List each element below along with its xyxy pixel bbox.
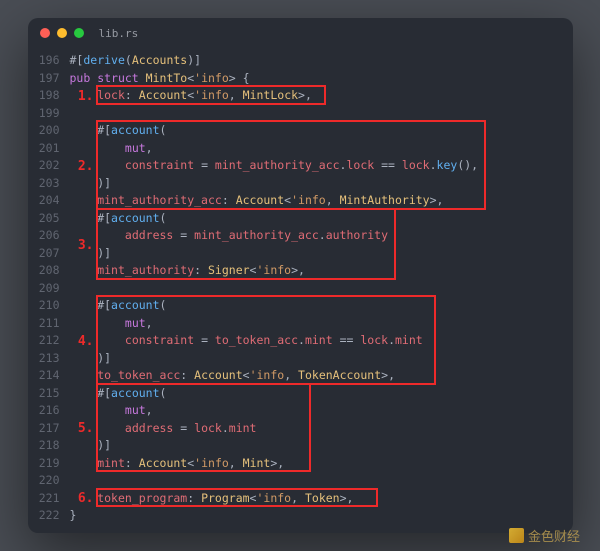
- code-line: address = lock.mint: [70, 420, 573, 438]
- code-line: )]: [70, 437, 573, 455]
- code-line: token_program: Program<'info, Token>,: [70, 490, 573, 508]
- close-icon[interactable]: [40, 28, 50, 38]
- code-line: [70, 105, 573, 123]
- code-line: pub struct MintTo<'info> {: [70, 70, 573, 88]
- titlebar: lib.rs: [28, 18, 573, 48]
- code-line: mut,: [70, 402, 573, 420]
- line-number: 202: [28, 157, 60, 175]
- highlight-number: 3.: [72, 237, 94, 255]
- line-number: 221: [28, 490, 60, 508]
- code-line: mut,: [70, 315, 573, 333]
- line-number: 201: [28, 140, 60, 158]
- code-line: mint: Account<'info, Mint>,: [70, 455, 573, 473]
- line-number: 222: [28, 507, 60, 525]
- line-number: 215: [28, 385, 60, 403]
- code-line: mint_authority: Signer<'info>,: [70, 262, 573, 280]
- highlight-number: 2.: [72, 158, 94, 176]
- code-line: mint_authority_acc: Account<'info, MintA…: [70, 192, 573, 210]
- line-number: 213: [28, 350, 60, 368]
- line-number: 211: [28, 315, 60, 333]
- line-number: 200: [28, 122, 60, 140]
- code-line: [70, 472, 573, 490]
- line-number: 210: [28, 297, 60, 315]
- line-number: 220: [28, 472, 60, 490]
- highlight-number: 1.: [72, 88, 94, 106]
- code-line: to_token_acc: Account<'info, TokenAccoun…: [70, 367, 573, 385]
- code-line: [70, 280, 573, 298]
- highlight-number: 4.: [72, 333, 94, 351]
- line-number: 207: [28, 245, 60, 263]
- line-number: 196: [28, 52, 60, 70]
- code-line: )]: [70, 245, 573, 263]
- highlight-number: 5.: [72, 420, 94, 438]
- code-line: #[derive(Accounts)]: [70, 52, 573, 70]
- line-number: 197: [28, 70, 60, 88]
- line-number: 214: [28, 367, 60, 385]
- code-line: mut,: [70, 140, 573, 158]
- code-area: 1961971981992002012022032042052062072082…: [28, 48, 573, 533]
- minimize-icon[interactable]: [57, 28, 67, 38]
- code-content: #[derive(Accounts)]pub struct MintTo<'in…: [70, 52, 573, 525]
- code-line: )]: [70, 175, 573, 193]
- code-line: constraint = to_token_acc.mint == lock.m…: [70, 332, 573, 350]
- line-number: 206: [28, 227, 60, 245]
- code-line: #[account(: [70, 122, 573, 140]
- watermark-text: 金色财经: [528, 526, 580, 545]
- line-number: 205: [28, 210, 60, 228]
- code-line: )]: [70, 350, 573, 368]
- code-line: address = mint_authority_acc.authority: [70, 227, 573, 245]
- line-number: 203: [28, 175, 60, 193]
- line-number: 198: [28, 87, 60, 105]
- line-number: 199: [28, 105, 60, 123]
- editor-window: lib.rs 196197198199200201202203204205206…: [28, 18, 573, 533]
- line-number: 216: [28, 402, 60, 420]
- line-number: 217: [28, 420, 60, 438]
- line-number: 212: [28, 332, 60, 350]
- watermark: 金色财经: [509, 526, 580, 545]
- line-number: 208: [28, 262, 60, 280]
- code-line: lock: Account<'info, MintLock>,: [70, 87, 573, 105]
- code-line: }: [70, 507, 573, 525]
- code-line: constraint = mint_authority_acc.lock == …: [70, 157, 573, 175]
- line-gutter: 1961971981992002012022032042052062072082…: [28, 52, 70, 525]
- code-line: #[account(: [70, 210, 573, 228]
- line-number: 209: [28, 280, 60, 298]
- code-line: #[account(: [70, 385, 573, 403]
- code-line: #[account(: [70, 297, 573, 315]
- watermark-icon: [509, 528, 524, 543]
- highlight-number: 6.: [72, 490, 94, 508]
- line-number: 219: [28, 455, 60, 473]
- line-number: 218: [28, 437, 60, 455]
- filename-label: lib.rs: [99, 27, 139, 40]
- maximize-icon[interactable]: [74, 28, 84, 38]
- line-number: 204: [28, 192, 60, 210]
